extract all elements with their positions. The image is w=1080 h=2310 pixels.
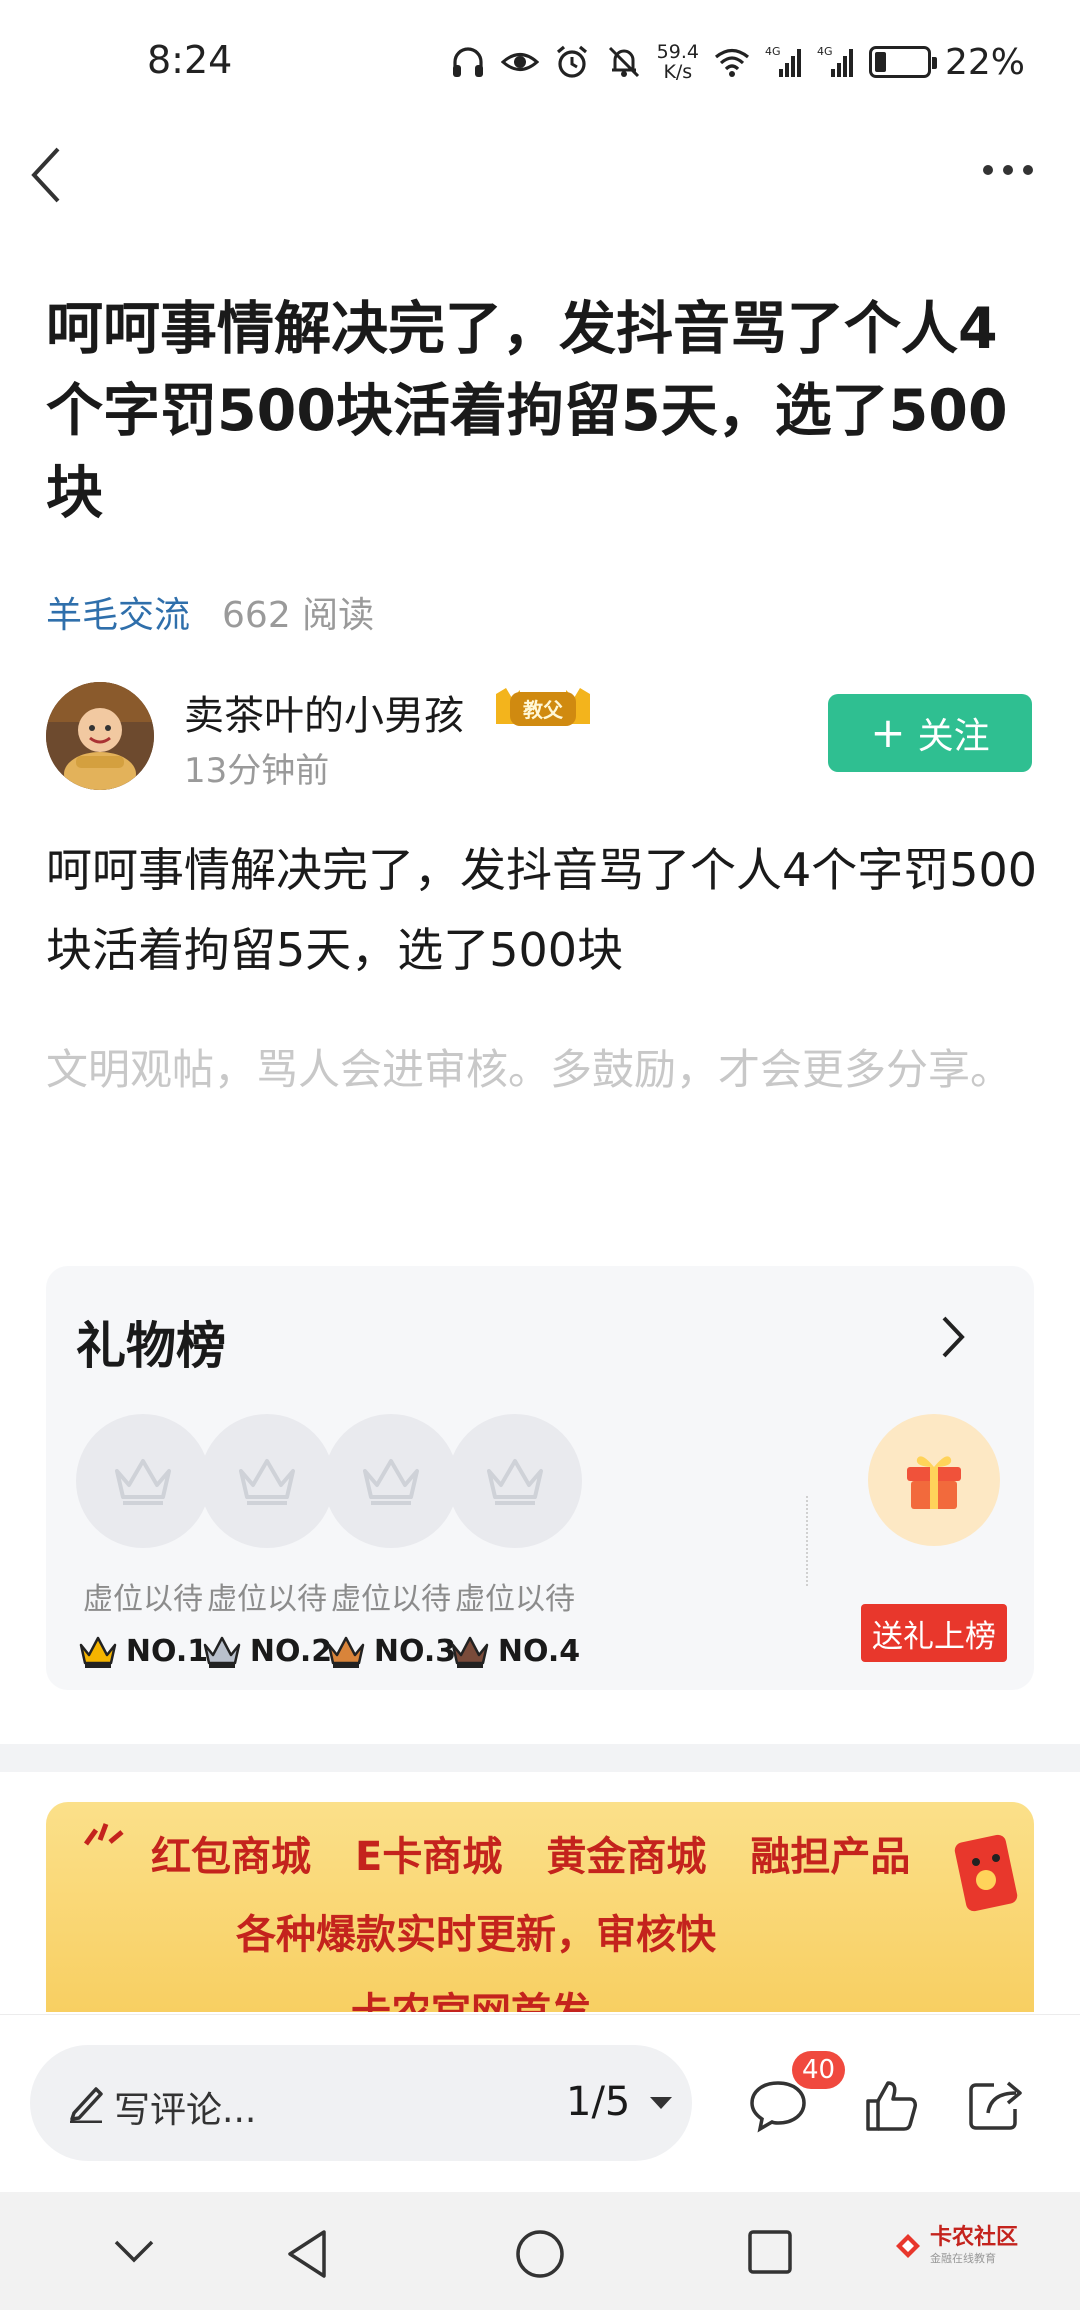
banner-item: 黄金商城	[546, 1834, 707, 1880]
svg-text:教父: 教父	[523, 698, 564, 722]
empty-slot-avatar	[200, 1414, 334, 1548]
battery-percent: 22%	[944, 41, 1025, 83]
crown-outline-icon	[363, 1459, 419, 1505]
banner-partial-line: 卡农官网首发	[351, 1980, 591, 2012]
banner-subtitle: 各种爆款实时更新，审核快	[236, 1912, 716, 1958]
author-name[interactable]: 卖茶叶的小男孩	[184, 683, 464, 741]
page-indicator[interactable]: 1/5	[566, 2079, 630, 2125]
wifi-icon	[714, 48, 749, 77]
watermark: 卡农社区 金融在线教育	[892, 2226, 1018, 2266]
gift-slot-2[interactable]: 虚位以待 NO.2	[200, 1414, 334, 1669]
share-icon[interactable]	[966, 2077, 1026, 2133]
follow-label: 关注	[917, 716, 990, 757]
post-time: 13分钟前	[184, 751, 330, 791]
category-link[interactable]: 羊毛交流	[46, 586, 190, 638]
thumbs-up-icon[interactable]	[862, 2077, 922, 2133]
mute-bell-icon	[608, 46, 639, 78]
nav-back-icon[interactable]	[284, 2228, 330, 2280]
gift-box-icon	[907, 1456, 961, 1509]
svg-text:4G: 4G	[765, 45, 781, 58]
back-arrow-icon[interactable]	[28, 145, 68, 205]
battery-icon	[868, 46, 937, 78]
sparkle-icon	[83, 1823, 124, 1846]
nav-recents-icon[interactable]	[746, 2228, 794, 2276]
status-bar: 8:24 59.4 K/s 4G 4G 22%	[0, 0, 1080, 125]
godfather-badge-icon: 教父	[496, 688, 590, 726]
bronze-crown-icon	[327, 1636, 365, 1668]
cellular-signal-icon: 4G	[765, 45, 801, 77]
gift-button[interactable]	[868, 1414, 1000, 1546]
gift-slot-3[interactable]: 虚位以待 NO.3	[324, 1414, 458, 1669]
follow-button[interactable]: + 关注	[828, 694, 1032, 772]
comment-placeholder: 写评论...	[114, 2090, 257, 2131]
more-options-icon[interactable]	[980, 160, 1036, 180]
crown-outline-icon	[115, 1459, 171, 1505]
rank-label: NO.1	[76, 1634, 210, 1669]
alarm-icon	[556, 45, 587, 78]
comment-input[interactable]: 写评论... 1/5	[30, 2045, 692, 2161]
post-body: 呵呵事情解决完了，发抖音骂了个人4个字罚500块活着拘留5天，选了500块	[46, 843, 1038, 977]
comment-count-badge: 40	[792, 2051, 846, 2089]
gift-slot-4[interactable]: 虚位以待 NO.4	[448, 1414, 582, 1669]
banner-item: 融担产品	[750, 1834, 911, 1880]
gift-slot-1[interactable]: 虚位以待 NO.1	[76, 1414, 210, 1669]
divider	[806, 1496, 808, 1586]
vacant-label: 虚位以待	[455, 1582, 575, 1617]
caret-down-icon[interactable]	[648, 2095, 674, 2111]
svg-text:4G: 4G	[817, 45, 833, 58]
headphones-icon	[452, 47, 483, 77]
status-icons: 59.4 K/s 4G 4G 22%	[449, 36, 1025, 88]
cellular-signal-icon-2: 4G	[817, 45, 853, 77]
section-divider	[0, 1744, 1080, 1772]
gold-crown-icon	[79, 1636, 117, 1668]
eye-icon	[500, 53, 539, 71]
chevron-down-icon[interactable]	[112, 2236, 156, 2266]
plus-icon: +	[870, 708, 906, 757]
rank-label: NO.3	[324, 1634, 458, 1669]
avatar-image	[46, 682, 154, 790]
crown-outline-icon	[239, 1459, 295, 1505]
kanong-logo-icon	[895, 2234, 920, 2258]
chevron-right-icon[interactable]	[938, 1314, 968, 1360]
banner-item: E卡商城	[355, 1834, 503, 1880]
rank-label: NO.4	[448, 1634, 582, 1669]
silver-crown-icon	[203, 1636, 241, 1668]
send-gift-button[interactable]: 送礼上榜	[861, 1604, 1007, 1662]
promo-banner[interactable]: 红包商城 E卡商城 黄金商城 融担产品 各种爆款实时更新，审核快 卡农官网首发	[46, 1802, 1034, 2012]
empty-slot-avatar	[324, 1414, 458, 1548]
rank-label: NO.2	[200, 1634, 334, 1669]
vacant-label: 虚位以待	[331, 1582, 451, 1617]
empty-slot-avatar	[76, 1414, 210, 1548]
empty-slot-avatar	[448, 1414, 582, 1548]
status-time: 8:24	[147, 38, 233, 82]
red-packet-mascot-icon	[954, 1834, 1018, 1912]
pen-icon	[70, 2087, 103, 2123]
gift-board: 礼物榜 虚位以待 NO.1 虚位以待 NO.2 虚位以待 NO.3 虚位以待 N…	[46, 1266, 1034, 1690]
crown-outline-icon	[487, 1459, 543, 1505]
banner-item: 红包商城	[151, 1834, 311, 1880]
read-count: 662 阅读	[222, 595, 375, 636]
gift-board-title: 礼物榜	[76, 1317, 226, 1375]
nav-home-icon[interactable]	[514, 2228, 566, 2280]
battery-fill	[874, 52, 886, 72]
net-speed: 59.4 K/s	[656, 41, 699, 83]
vacant-label: 虚位以待	[83, 1582, 203, 1617]
civility-notice: 文明观帖，骂人会进审核。多鼓励，才会更多分享。	[46, 1045, 1013, 1094]
avatar[interactable]	[46, 682, 154, 790]
bottom-action-bar: 写评论... 1/5 40	[0, 2014, 1080, 2192]
dark-crown-icon	[451, 1636, 489, 1668]
post-meta: 羊毛交流 662 阅读	[46, 586, 374, 638]
banner-categories: 红包商城 E卡商城 黄金商城 融担产品	[151, 1824, 910, 1882]
vacant-label: 虚位以待	[207, 1582, 327, 1617]
post-title: 呵呵事情解决完了，发抖音骂了个人4个字罚500块活着拘留5天，选了500块	[46, 296, 1008, 526]
